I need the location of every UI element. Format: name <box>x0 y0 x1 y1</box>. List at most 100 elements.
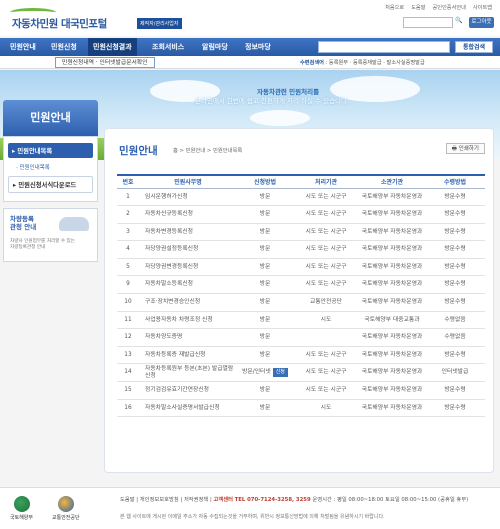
table-row[interactable]: 14 자동차등록원부 등본(초본) 발급열람신청 방문/인터넷 신청 시도 또는 시군구… <box>117 363 485 383</box>
cell-method-text: 방문 <box>259 246 271 253</box>
cell-name[interactable]: 자당양권설정등록신청 <box>139 240 237 259</box>
integrated-search-button[interactable]: 통합검색 <box>455 41 493 53</box>
cell-method: 방문 <box>237 399 293 418</box>
cell-org-text: 시도 또는 시군구 <box>305 369 347 376</box>
ministry-logo-icon <box>13 496 30 512</box>
lnb-item-forms-download[interactable]: ▸ 민원신청서식다운로드 <box>8 176 93 193</box>
top-link-help[interactable]: 도움말 <box>411 4 425 11</box>
top-link-sitemap[interactable]: 사이트맵 <box>473 4 492 11</box>
ad-desc: 차량사 인원업무를 처리할 수 있는 차량등록관청 안내 <box>10 239 75 251</box>
lnb-subitem-guide[interactable]: · 민원인내목록 <box>8 160 93 176</box>
gnb-item-notice[interactable]: 알림마당 <box>202 38 228 56</box>
cell-name[interactable]: 자동차양도증명 <box>139 328 237 347</box>
cell-no-text: 3 <box>126 228 130 235</box>
cell-name[interactable]: 자동차등록증 재발급신청 <box>139 346 237 365</box>
cell-owner: 국토해양부 자동차운영과 <box>359 188 425 207</box>
footer-link-copyright[interactable]: 저작권정책 <box>184 497 208 503</box>
gnb-item-apply[interactable]: 민원신청 <box>51 38 77 56</box>
gnb-item-inquiry[interactable]: 조회서비스 <box>152 38 184 56</box>
table-row[interactable]: 9 자동차말소등록신청 방문 시도 또는 시군구 국토해양부 자동차운영과 방문수령 <box>117 275 485 295</box>
gnb-item-guide[interactable]: 민원안내 <box>10 38 36 56</box>
logo-text: 자동차민원 대국민포털 <box>12 18 107 30</box>
table-row[interactable]: 4 자당양권설정등록신청 방문 시도 또는 시군구 국토해양부 자동차운영과 방문수령 <box>117 240 485 259</box>
table-body: 1 임시운행허가신청 방문 시도 또는 시군구 국토해양부 자동차운영과 방문수령 2 자동차… <box>117 188 485 418</box>
cell-no: 12 <box>117 328 139 347</box>
top-search-input[interactable] <box>403 17 453 28</box>
cell-org: 시도 또는 시군구 <box>293 205 359 224</box>
cell-owner: 국토해양부 자동차운영과 <box>359 275 425 295</box>
cell-org: 시도 또는 시군구 <box>293 275 359 295</box>
cell-method: 방문/인터넷 신청 <box>237 363 293 383</box>
cell-org-text: 시도 또는 시군구 <box>305 387 347 394</box>
print-button[interactable]: 🖶 인쇄하기 <box>445 143 485 154</box>
cell-receive: 방문수령 <box>425 188 485 207</box>
cell-method-text: 방문 <box>259 299 271 306</box>
integrated-search-input[interactable] <box>318 41 450 53</box>
table-row[interactable]: 2 자동차신규등록신청 방문 시도 또는 시군구 국토해양부 자동차운영과 방문수령 <box>117 205 485 224</box>
cell-owner: 국토해양부 자동차운영과 <box>359 381 425 400</box>
print-button-label: 인쇄하기 <box>458 146 479 152</box>
ts-logo-icon <box>57 496 74 512</box>
cell-name[interactable]: 구조·장치변경승인신청 <box>139 293 237 312</box>
breadcrumb: 홈 > 민원안내 > 민원안내목록 <box>173 148 243 154</box>
cell-name-text: 임시운행허가신청 <box>145 193 188 200</box>
cell-receive: 방문수령 <box>425 240 485 259</box>
cell-org-text: 시도 또는 시군구 <box>305 193 347 200</box>
logout-button[interactable]: 로그아웃 <box>469 17 494 28</box>
cell-name-text: 자당양권설정등록신청 <box>145 246 199 253</box>
registration-office-banner[interactable]: 차량등록 관청 안내 차량사 인원업무를 처리할 수 있는 차량등록관청 안내 <box>3 208 98 262</box>
cell-method-text: 방문/인터넷 <box>242 369 271 376</box>
cell-no: 5 <box>117 258 139 277</box>
gnb-item-result[interactable]: 민원신청결과 <box>88 38 137 56</box>
cell-no: 16 <box>117 399 139 418</box>
table-row[interactable]: 12 자동차양도증명 방문 국토해양부 자동차운영과 수령없음 <box>117 328 485 347</box>
cell-org: 시도 또는 시군구 <box>293 381 359 400</box>
cell-receive-text: 방문수령 <box>444 404 466 411</box>
cell-method-text: 방문 <box>259 351 271 358</box>
footer-link-help[interactable]: 도움말 <box>120 497 135 503</box>
cell-name-text: 자동차등록증 재발급신청 <box>145 351 206 358</box>
cell-org-text: 시도 <box>320 404 332 411</box>
cell-owner: 국토해양부 자동차운영과 <box>359 328 425 347</box>
col-header-org: 처리기관 <box>293 174 359 189</box>
cell-receive-text: 방문수령 <box>444 387 466 394</box>
search-icon[interactable]: 🔍 <box>455 17 462 24</box>
cell-no: 13 <box>117 346 139 365</box>
subnav-result-menu[interactable]: 민원신청내역 · 인터넷발급문서확인 <box>55 57 155 68</box>
footer-logo-ts[interactable]: 교통안전공단 <box>52 496 80 521</box>
cell-name[interactable]: 사업용자동차 차령조정 신청 <box>139 311 237 330</box>
table-row[interactable]: 11 사업용자동차 차령조정 신청 방문 시도 국토해양부 대중교통과 수령없음 <box>117 311 485 330</box>
banner-line2: 온라인에서 한번에 쉽고 간편하게 처리 하실 수 있습니다. <box>195 97 350 105</box>
table-row[interactable]: 16 자동차말소사실증명서발급신청 방문 시도 국토해양부 자동차운영과 방문수령 <box>117 399 485 418</box>
cell-name[interactable]: 자동차변경등록신청 <box>139 223 237 242</box>
cell-receive: 방문수령 <box>425 205 485 224</box>
cell-name[interactable]: 자동차말소등록신청 <box>139 275 237 295</box>
cell-name-text: 자동차말소사실증명서발급신청 <box>145 404 220 411</box>
left-nav: 민원안내 ▸ 민원안내목록 · 민원인내목록 ▸ 민원신청서식다운로드 차량등록… <box>3 100 98 262</box>
apply-tag-button[interactable]: 신청 <box>272 368 288 378</box>
footer-logo-ministry-label: 국토해양부 <box>10 515 34 521</box>
cell-name[interactable]: 자동차등록원부 등본(초본) 발급열람신청 <box>139 363 237 383</box>
table-row[interactable]: 5 자당양권변경등록신청 방문 시도 또는 시군구 국토해양부 자동차운영과 방문수령 <box>117 258 485 277</box>
col-header-method: 신청방법 <box>237 174 293 189</box>
gnb-item-info[interactable]: 정보마당 <box>245 38 271 56</box>
cell-receive: 수령없음 <box>425 311 485 330</box>
cell-name[interactable]: 자당양권변경등록신청 <box>139 258 237 277</box>
cell-name[interactable]: 정기검검유효기간연장신청 <box>139 381 237 400</box>
top-link-home[interactable]: 처음으로 <box>385 4 404 11</box>
cell-name[interactable]: 자동차말소사실증명서발급신청 <box>139 399 237 418</box>
top-link-cert[interactable]: 공인인증서안내 <box>432 4 465 11</box>
cell-no: 1 <box>117 188 139 207</box>
footer-contact-label: 고객센터 <box>213 497 233 503</box>
table-row[interactable]: 3 자동차변경등록신청 방문 시도 또는 시군구 국토해양부 자동차운영과 방문수령 <box>117 223 485 242</box>
table-row[interactable]: 15 정기검검유효기간연장신청 방문 시도 또는 시군구 국토해양부 자동차운영과 방문수… <box>117 381 485 400</box>
table-row[interactable]: 13 자동차등록증 재발급신청 방문 시도 또는 시군구 국토해양부 자동차운영과 방문수… <box>117 346 485 365</box>
footer-logo-ministry[interactable]: 국토해양부 <box>10 496 33 521</box>
lnb-item-guide-list[interactable]: ▸ 민원안내목록 <box>8 143 93 158</box>
cell-name[interactable]: 자동차신규등록신청 <box>139 205 237 224</box>
popular-keywords-list[interactable]: : 등록원부 · 등록증재발급 · 말소사실증명발급 <box>326 60 425 66</box>
table-row[interactable]: 1 임시운행허가신청 방문 시도 또는 시군구 국토해양부 자동차운영과 방문수령 <box>117 188 485 207</box>
table-row[interactable]: 10 구조·장치변경승인신청 방문 교통안전공단 국토해양부 자동차운영과 방문수령 <box>117 293 485 312</box>
footer-link-privacy[interactable]: 개인정보보호방침 <box>140 497 179 503</box>
cell-name[interactable]: 임시운행허가신청 <box>139 188 237 207</box>
